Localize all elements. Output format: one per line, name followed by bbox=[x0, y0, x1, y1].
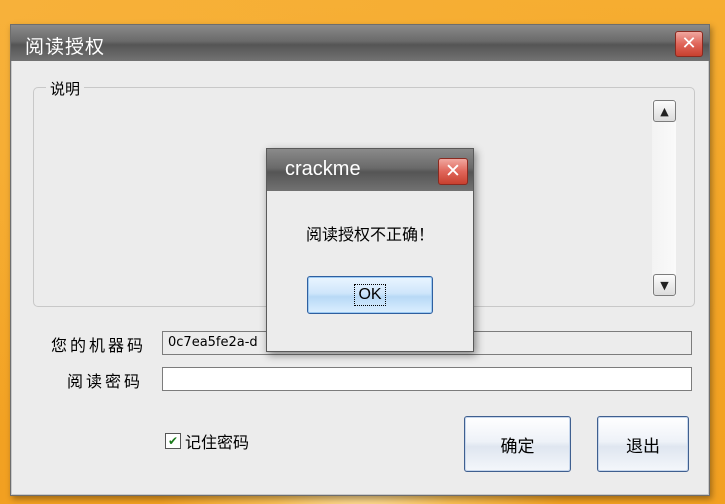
remember-password-checkbox[interactable]: ✔ bbox=[165, 433, 181, 449]
close-icon: ✕ bbox=[445, 160, 461, 182]
groupbox-label: 说明 bbox=[46, 78, 85, 99]
dialog-title: crackme bbox=[285, 158, 361, 180]
error-dialog: crackme ✕ 阅读授权不正确！ OK bbox=[266, 148, 474, 352]
checkmark-icon: ✔ bbox=[167, 434, 179, 448]
close-icon: ✕ bbox=[681, 33, 697, 54]
confirm-button[interactable]: 确定 bbox=[464, 416, 571, 472]
dialog-close-button[interactable]: ✕ bbox=[438, 158, 468, 185]
machine-code-label: 您的机器码 bbox=[51, 336, 147, 355]
password-label: 阅读密码 bbox=[67, 372, 144, 391]
window-close-button[interactable]: ✕ bbox=[675, 31, 703, 57]
dialog-message: 阅读授权不正确！ bbox=[305, 225, 434, 244]
dialog-titlebar[interactable]: crackme ✕ bbox=[267, 149, 473, 191]
remember-password-label: 记住密码 bbox=[185, 433, 250, 452]
arrow-up-icon: ▲ bbox=[660, 104, 669, 118]
scroll-up-button[interactable]: ▲ bbox=[653, 100, 676, 122]
remember-password-row[interactable]: ✔ 记住密码 bbox=[165, 429, 249, 453]
scroll-down-button[interactable]: ▼ bbox=[653, 274, 676, 296]
window-title: 阅读授权 bbox=[25, 36, 106, 58]
dialog-ok-button[interactable]: OK bbox=[307, 276, 433, 314]
arrow-down-icon: ▼ bbox=[660, 278, 669, 292]
exit-button[interactable]: 退出 bbox=[597, 416, 689, 472]
window-titlebar[interactable]: 阅读授权 ✕ bbox=[11, 25, 709, 61]
password-field[interactable] bbox=[162, 367, 692, 391]
description-scrollbar[interactable]: ▲ ▼ bbox=[652, 100, 676, 296]
dialog-ok-label: OK bbox=[354, 284, 386, 306]
